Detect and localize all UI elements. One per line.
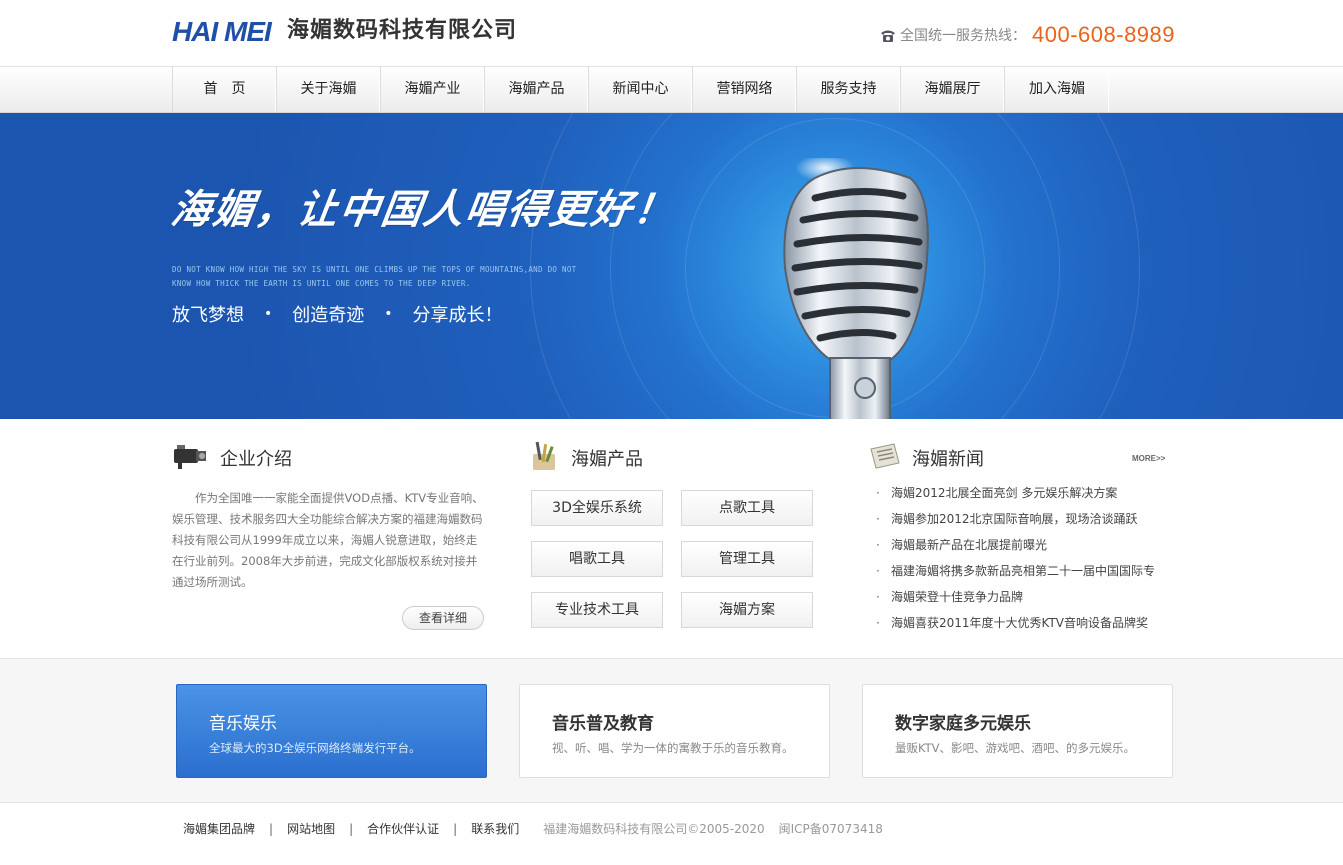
news-item[interactable]: · 海媚参加2012北京国际音响展，现场洽谈踊跃: [876, 510, 1166, 536]
products-section: 海媚产品 3D全娱乐系统 点歌工具 唱歌工具 管理工具 专业技术工具 海媚方案: [527, 440, 817, 628]
banner-slogan: 海媚，让中国人唱得更好！: [168, 186, 679, 233]
footer-separator: |: [453, 821, 458, 836]
nav-item-about[interactable]: 关于海媚: [277, 67, 381, 112]
footer-separator: |: [269, 821, 274, 836]
news-bullet: ·: [876, 590, 880, 604]
footer-link-brand[interactable]: 海媚集团品牌: [183, 820, 255, 837]
about-text: 作为全国唯一一家能全面提供VOD点播、KTV专业音响、娱乐管理、技术服务四大全功…: [172, 491, 484, 589]
news-item-text: 海媚最新产品在北展提前曝光: [891, 538, 1048, 552]
footer-separator: |: [349, 821, 354, 836]
newspaper-icon: [868, 441, 902, 475]
news-bullet: ·: [876, 616, 880, 630]
news-bullet: ·: [876, 564, 880, 578]
news-item-text: 海媚2012北展全面亮剑 多元娱乐解决方案: [891, 486, 1118, 500]
feature-desc: 量贩KTV、影吧、游戏吧、酒吧、的多元娱乐。: [895, 741, 1136, 755]
about-more-button[interactable]: 查看详细: [402, 606, 484, 630]
nav-item-support[interactable]: 服务支持: [797, 67, 901, 112]
motto-item: 分享成长！: [412, 305, 503, 326]
about-title: 企业介绍: [220, 449, 292, 470]
news-item-text: 海媚参加2012北京国际音响展，现场洽谈踊跃: [891, 512, 1138, 526]
hotline: 全国统一服务热线： 400-608-8989: [880, 22, 1175, 48]
motto-separator: •: [384, 306, 393, 322]
product-button[interactable]: 唱歌工具: [531, 541, 663, 577]
news-item-text: 福建海媚将携多款新品亮相第二十一届中国国际专: [891, 564, 1156, 578]
news-item[interactable]: · 海媚喜获2011年度十大优秀KTV音响设备品牌奖: [876, 614, 1166, 640]
footer-link-contact[interactable]: 联系我们: [471, 820, 519, 837]
motto-item: 放飞梦想: [172, 305, 244, 326]
main-nav: 首 页 关于海媚 海媚产业 海媚产品 新闻中心 营销网络 服务支持 海媚展厅 加…: [0, 66, 1343, 113]
nav-item-news[interactable]: 新闻中心: [589, 67, 693, 112]
footer: 海媚集团品牌 | 网站地图 | 合作伙伴认证 | 联系我们 福建海媚数码科技有限…: [183, 820, 883, 837]
motto-item: 创造奇迹: [292, 305, 365, 326]
news-item-text: 海媚喜获2011年度十大优秀KTV音响设备品牌奖: [891, 616, 1149, 630]
products-title: 海媚产品: [571, 449, 643, 470]
banner-tagline-en: DO NOT KNOW HOW HIGH THE SKY IS UNTIL ON…: [172, 265, 577, 288]
phone-icon: [880, 28, 896, 42]
page: HAI MEI 海媚数码科技有限公司 全国统一服务热线： 400-608-898…: [0, 0, 1343, 865]
news-bullet: ·: [876, 512, 880, 526]
features-band: 音乐娱乐 全球最大的3D全娱乐网络终端发行平台。 音乐普及教育 视、听、唱、学为…: [0, 658, 1343, 803]
feature-title: 音乐娱乐: [209, 714, 277, 734]
product-button[interactable]: 管理工具: [681, 541, 813, 577]
footer-link-sitemap[interactable]: 网站地图: [287, 820, 335, 837]
logo[interactable]: HAI MEI: [172, 16, 272, 48]
feature-card-education[interactable]: 音乐普及教育 视、听、唱、学为一体的寓教于乐的音乐教育。: [519, 684, 830, 778]
news-more-link[interactable]: MORE>>: [1132, 454, 1165, 463]
about-section: 企业介绍 作为全国唯一一家能全面提供VOD点播、KTV专业音响、娱乐管理、技术服…: [172, 440, 487, 630]
header: HAI MEI 海媚数码科技有限公司 全国统一服务热线： 400-608-898…: [0, 0, 1343, 67]
news-item[interactable]: · 海媚最新产品在北展提前曝光: [876, 536, 1166, 562]
news-item[interactable]: · 海媚荣登十佳竞争力品牌: [876, 588, 1166, 614]
nav-item-home[interactable]: 首 页: [173, 67, 277, 112]
logo-text: HAI MEI: [172, 16, 272, 47]
product-button[interactable]: 海媚方案: [681, 592, 813, 628]
nav-item-products[interactable]: 海媚产品: [485, 67, 589, 112]
news-item[interactable]: · 海媚2012北展全面亮剑 多元娱乐解决方案: [876, 484, 1166, 510]
feature-card-home[interactable]: 数字家庭多元娱乐 量贩KTV、影吧、游戏吧、酒吧、的多元娱乐。: [862, 684, 1173, 778]
footer-link-partners[interactable]: 合作伙伴认证: [367, 820, 439, 837]
camera-icon: [172, 441, 210, 475]
company-name: 海媚数码科技有限公司: [287, 18, 518, 43]
news-bullet: ·: [876, 538, 880, 552]
nav-item-network[interactable]: 营销网络: [693, 67, 797, 112]
feature-title: 数字家庭多元娱乐: [895, 714, 1031, 734]
microphone-illustration: [775, 154, 935, 419]
product-button[interactable]: 3D全娱乐系统: [531, 490, 663, 526]
footer-icp: 闽ICP备07073418: [778, 822, 883, 836]
feature-desc: 全球最大的3D全娱乐网络终端发行平台。: [209, 741, 421, 755]
pencils-icon: [527, 440, 561, 476]
hotline-label: 全国统一服务热线：: [900, 28, 1026, 44]
news-list: · 海媚2012北展全面亮剑 多元娱乐解决方案 · 海媚参加2012北京国际音响展，…: [876, 484, 1166, 640]
news-title: 海媚新闻: [912, 449, 984, 470]
hero-banner: 海媚，让中国人唱得更好！ DO NOT KNOW HOW HIGH THE SK…: [0, 113, 1343, 419]
feature-desc: 视、听、唱、学为一体的寓教于乐的音乐教育。: [552, 741, 794, 755]
nav-item-industry[interactable]: 海媚产业: [381, 67, 485, 112]
nav-item-showroom[interactable]: 海媚展厅: [901, 67, 1005, 112]
motto-separator: •: [264, 306, 273, 322]
footer-copyright: 福建海媚数码科技有限公司©2005-2020: [543, 822, 765, 836]
feature-title: 音乐普及教育: [552, 714, 654, 734]
news-bullet: ·: [876, 486, 880, 500]
news-item-text: 海媚荣登十佳竞争力品牌: [891, 590, 1024, 604]
news-item[interactable]: · 福建海媚将携多款新品亮相第二十一届中国国际专: [876, 562, 1166, 588]
banner-motto: 放飞梦想 • 创造奇迹 • 分享成长！: [172, 301, 503, 327]
news-section: 海媚新闻 MORE>> · 海媚2012北展全面亮剑 多元娱乐解决方案 · 海媚参加…: [868, 440, 1168, 630]
hotline-number: 400-608-8989: [1032, 22, 1176, 47]
product-button[interactable]: 专业技术工具: [531, 592, 663, 628]
nav-item-join[interactable]: 加入海媚: [1005, 67, 1109, 112]
product-button[interactable]: 点歌工具: [681, 490, 813, 526]
feature-card-music[interactable]: 音乐娱乐 全球最大的3D全娱乐网络终端发行平台。: [176, 684, 487, 778]
